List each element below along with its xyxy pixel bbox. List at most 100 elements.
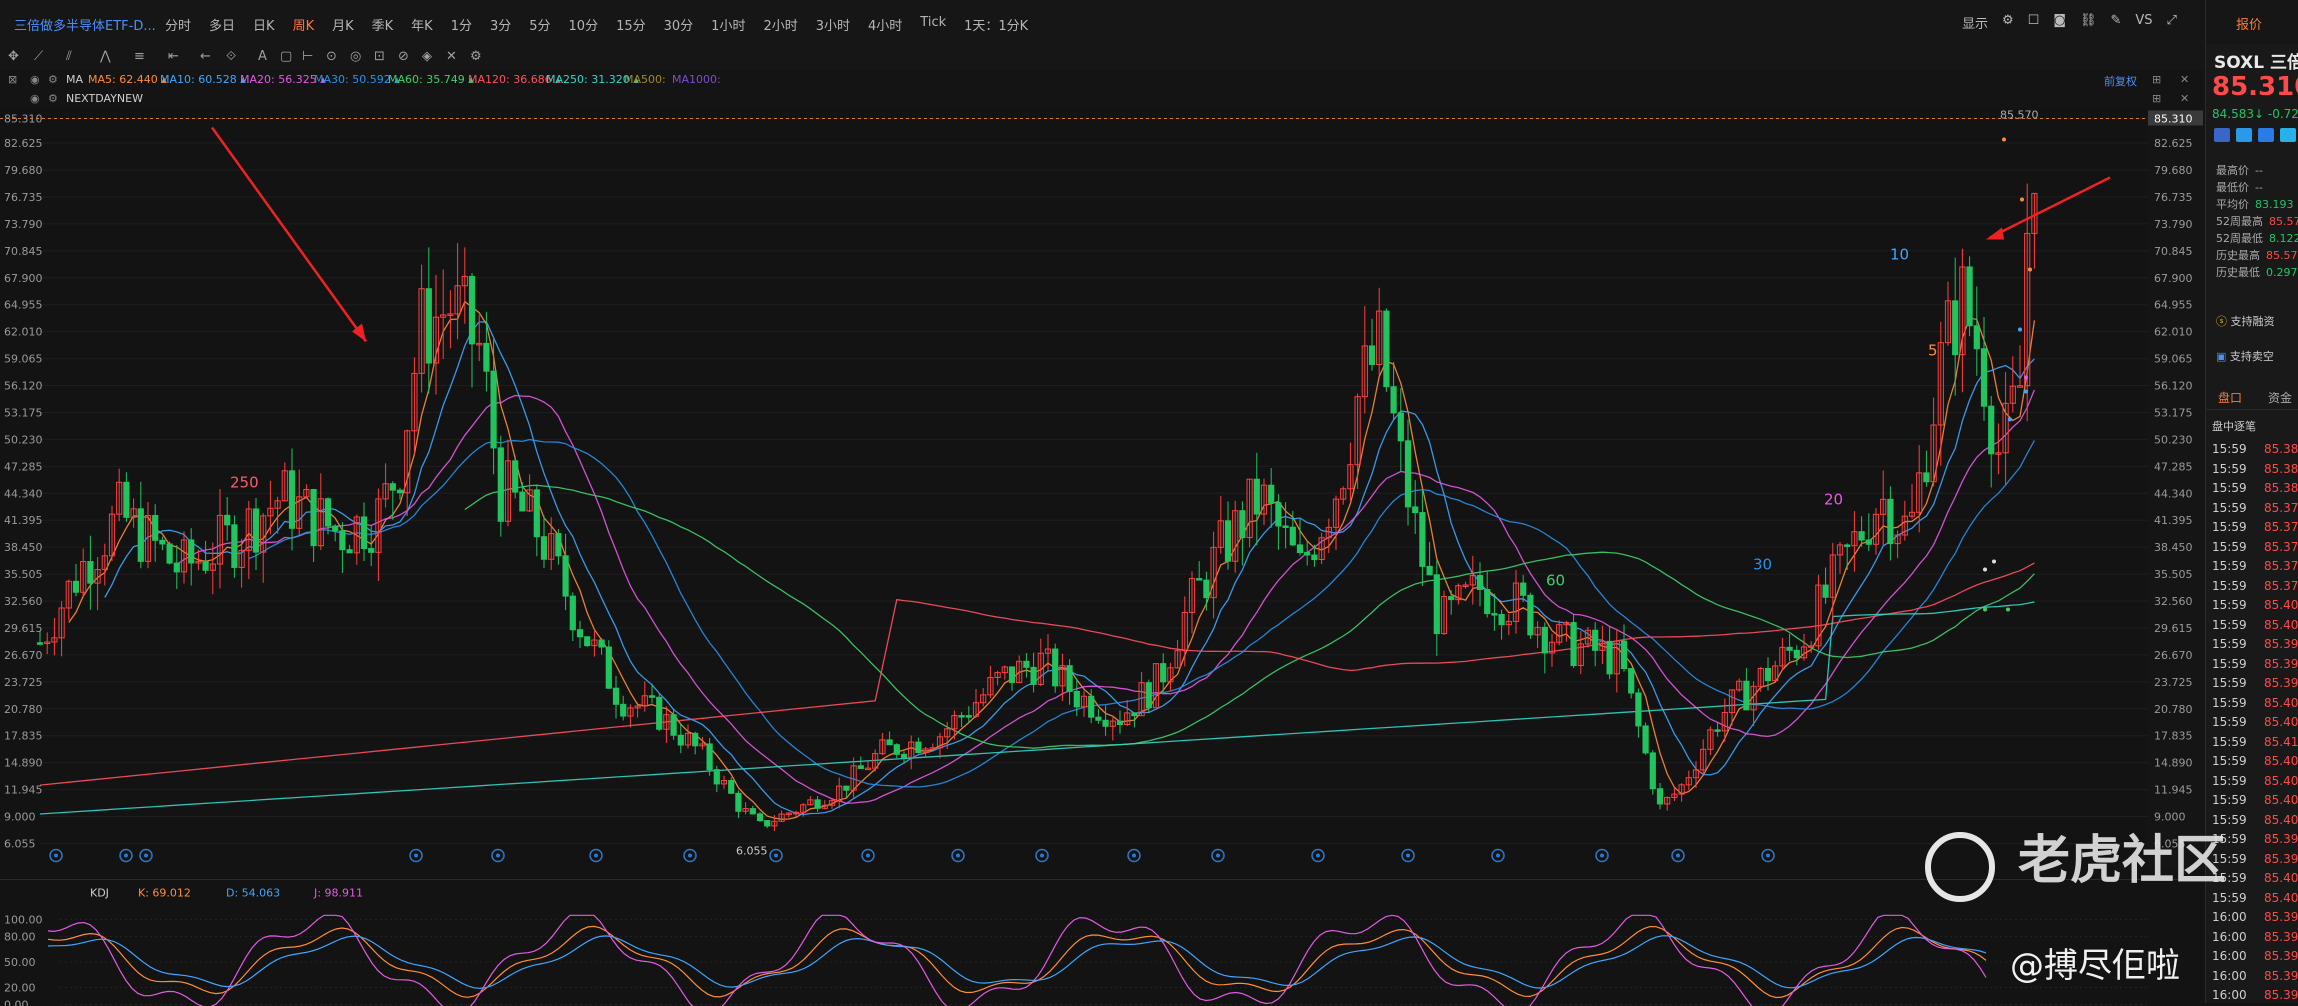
candle-body [1823, 585, 1828, 597]
tick-row: 15:5985.40 [2212, 891, 2247, 911]
period-tab[interactable]: 2小时 [754, 15, 806, 34]
short-support[interactable]: ▣ 支持卖空 [2216, 348, 2274, 364]
range-tool-icon[interactable]: ⇤ [168, 49, 179, 64]
period-tab[interactable]: 30分 [655, 15, 703, 34]
expand-icon[interactable]: ⊞ [2152, 73, 2161, 86]
lock-icon[interactable]: ⊡ [374, 49, 385, 64]
price-tick-left: 62.010 [4, 326, 43, 339]
tab-orderbook[interactable]: 盘口 [2218, 389, 2242, 406]
candle-body [1621, 641, 1626, 669]
top-toolbar: 三倍做多半导体ETF-D... 分时多日日K周K月K季K年K1分3分5分10分1… [0, 0, 2205, 47]
settings-icon[interactable]: ⚙ [48, 92, 58, 105]
tick-row: 16:0085.39 [2212, 910, 2247, 930]
price-tick-left: 85.310 [4, 113, 43, 126]
period-tab[interactable]: 月K [323, 15, 363, 34]
candle-body [1765, 668, 1770, 680]
eye-icon[interactable]: ◉ [30, 73, 40, 86]
margin-support[interactable]: ⓢ 支持融资 [2216, 313, 2275, 329]
tab-capital[interactable]: 资金 [2268, 389, 2292, 406]
period-tab[interactable]: 1小时 [702, 15, 754, 34]
period-tab[interactable]: 4小时 [859, 15, 911, 34]
price-tick: 79.680 [2154, 164, 2193, 177]
crosshair-icon[interactable]: ✥ [8, 49, 19, 64]
candle-body [397, 490, 402, 493]
period-tab[interactable]: 周K [284, 15, 324, 34]
eye-icon[interactable]: ◎ [350, 49, 361, 64]
compare-button[interactable]: VS [2135, 13, 2152, 32]
close-icon[interactable]: ✕ [2180, 92, 2189, 105]
restore-button[interactable]: 前复权 [2104, 73, 2137, 89]
price-tick: 23.725 [2154, 676, 2193, 689]
pattern-tool-icon[interactable]: ⋀ [100, 49, 111, 64]
collapse-icon[interactable]: ⊠ [8, 73, 17, 86]
period-tab[interactable]: 日K [244, 15, 284, 34]
text-tool-icon[interactable]: A [258, 49, 267, 64]
link-icon[interactable]: ⛓ [2080, 13, 2097, 32]
arrow-tool-icon[interactable]: ← [200, 49, 211, 64]
fullscreen-icon[interactable]: ⤢ [2167, 13, 2177, 32]
fib-tool-icon[interactable]: ≡ [134, 49, 145, 64]
camera-icon[interactable]: ◙ [2053, 13, 2066, 32]
candle-body [1269, 485, 1274, 503]
quote-stat-value: 85.57 [2266, 249, 2298, 262]
tick-time: 15:59 [2212, 579, 2247, 593]
period-tab[interactable]: 1分 [442, 15, 481, 34]
candle-body [1593, 630, 1598, 650]
period-tab[interactable]: 3分 [481, 15, 520, 34]
candle-body [1434, 575, 1439, 634]
period-tab[interactable]: 多日 [200, 15, 244, 34]
period-tab[interactable]: 3小时 [807, 15, 859, 34]
eye-icon[interactable]: ◉ [30, 92, 40, 105]
expand-icon[interactable]: ⊞ [2152, 92, 2161, 105]
candle-body [1657, 789, 1662, 804]
candle-body [1161, 664, 1166, 682]
layout-icon[interactable]: ☐ [2028, 13, 2040, 32]
ruler-tool-icon[interactable]: ⊢ [302, 49, 313, 64]
magnet-icon[interactable]: ⊙ [326, 49, 337, 64]
candle-body [1074, 691, 1079, 706]
settings-icon[interactable]: ⚙ [48, 73, 58, 86]
layers-icon[interactable]: ◈ [422, 49, 432, 64]
period-tab[interactable]: Tick [911, 15, 955, 34]
quote-stat-value: 83.193 [2255, 198, 2294, 211]
symbol-title[interactable]: 三倍做多半导体ETF-D... [14, 15, 156, 34]
channel-tool-icon[interactable]: ⫽ [66, 49, 72, 64]
period-tab[interactable]: 10分 [560, 15, 608, 34]
watermark-handle: @搏尽佢啦 [2010, 938, 2180, 987]
period-tab[interactable]: 季K [363, 15, 403, 34]
event-marker-dot [1766, 854, 1770, 858]
tick-time: 16:00 [2212, 988, 2247, 1002]
ma-label[interactable]: MA [66, 73, 83, 86]
candle-body [1204, 580, 1209, 598]
tick-price: 85.39 [2264, 676, 2298, 690]
tab-quote[interactable]: 报价 [2236, 14, 2262, 33]
candlestick-chart[interactable]: 25060302010585.5706.055 85.31085.31082.6… [0, 108, 2205, 1006]
candle-body [174, 563, 179, 572]
tick-time: 15:59 [2212, 676, 2247, 690]
delete-icon[interactable]: ✕ [446, 49, 457, 64]
price-tick-left: 38.450 [4, 541, 43, 554]
settings-icon[interactable]: ⚙ [2002, 13, 2014, 32]
period-tab[interactable]: 年K [402, 15, 442, 34]
price-tick-left: 41.395 [4, 514, 43, 527]
brush-tool-icon[interactable]: ⟐ [226, 49, 236, 64]
period-tab[interactable]: 5分 [520, 15, 559, 34]
hide-icon[interactable]: ⊘ [398, 49, 409, 64]
tick-price: 85.39 [2264, 969, 2298, 983]
price-tick: 44.340 [2154, 487, 2193, 500]
pen-icon[interactable]: ✎ [2110, 13, 2121, 32]
display-menu[interactable]: 显示 [1962, 13, 1988, 32]
candle-body [678, 735, 683, 745]
last-price-text: 85.310 [2154, 113, 2193, 126]
settings-icon[interactable]: ⚙ [470, 49, 482, 64]
close-icon[interactable]: ✕ [2180, 73, 2189, 86]
period-tab[interactable]: 15分 [607, 15, 655, 34]
tick-price: 85.40 [2264, 793, 2298, 807]
comment-tool-icon[interactable]: ▢ [280, 49, 292, 64]
candle-body [765, 821, 770, 826]
period-tab[interactable]: 分时 [156, 15, 200, 34]
line-tool-icon[interactable]: ⟋ [34, 49, 43, 64]
candle-body [1485, 589, 1490, 613]
period-tab[interactable]: 1天：1分K [955, 15, 1037, 34]
indicator-name[interactable]: NEXTDAYNEW [66, 92, 143, 105]
